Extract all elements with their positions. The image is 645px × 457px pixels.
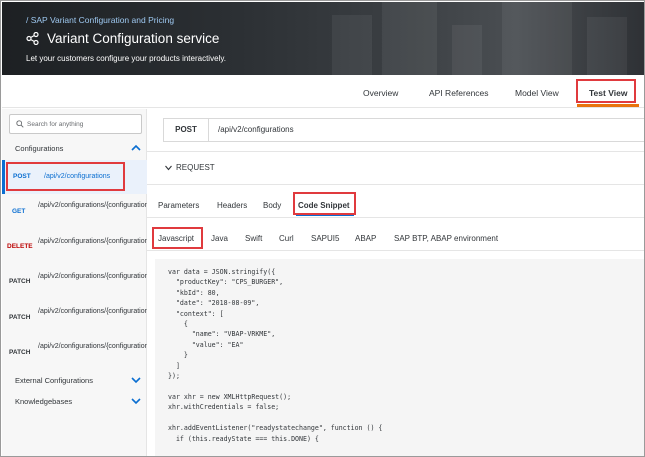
- lang-tab-swift[interactable]: Swift: [245, 234, 262, 243]
- chevron-down-icon[interactable]: [131, 397, 141, 405]
- request-section-header[interactable]: REQUEST: [147, 151, 644, 185]
- lang-tab-java[interactable]: Java: [211, 234, 228, 243]
- chevron-down-icon[interactable]: [131, 376, 141, 384]
- page-title: Variant Configuration service: [47, 31, 220, 46]
- code-snippet-panel[interactable]: var data = JSON.stringify({ "productKey"…: [155, 259, 644, 456]
- active-tab-indicator: [296, 214, 354, 216]
- method-badge: PATCH: [9, 278, 31, 285]
- sidebar-item-post-configurations[interactable]: POST /api/v2/configurations: [2, 160, 147, 194]
- search-box[interactable]: [9, 114, 142, 134]
- group-label: Configurations: [15, 144, 64, 153]
- sidebar-item-patch-item[interactable]: PATCH /api/v2/configurations/{configurat…: [2, 302, 202, 336]
- tab-body[interactable]: Body: [263, 201, 281, 210]
- request-url[interactable]: /api/v2/configurations: [218, 125, 294, 134]
- sidebar-item-patch-configuration[interactable]: PATCH /api/v2/configurations/{configurat…: [2, 267, 157, 301]
- search-icon: [16, 120, 24, 128]
- lang-tab-sapui5[interactable]: SAPUI5: [311, 234, 339, 243]
- method-badge: POST: [13, 173, 31, 180]
- chevron-down-icon[interactable]: [165, 165, 172, 171]
- endpoint-path: /api/v2/configurations/{configurationId}…: [38, 308, 202, 315]
- request-url-bar: POST /api/v2/configurations: [163, 118, 644, 142]
- tab-headers[interactable]: Headers: [217, 201, 247, 210]
- tab-api-references[interactable]: API References: [429, 88, 489, 98]
- request-tab-bar: Parameters Headers Body Code Snippet: [147, 193, 644, 218]
- endpoint-path: /api/v2/configurations/{configurationId}: [38, 238, 157, 245]
- main-panel: POST /api/v2/configurations REQUEST Para…: [147, 109, 644, 456]
- language-tab-bar: Javascript Java Swift Curl SAPUI5 ABAP S…: [147, 227, 644, 251]
- breadcrumb[interactable]: / SAP Variant Configuration and Pricing: [26, 15, 174, 25]
- sidebar-item-get-configuration[interactable]: GET /api/v2/configurations/{configuratio…: [2, 197, 157, 231]
- sidebar-item-delete-configuration[interactable]: DELETE /api/v2/configurations/{configura…: [2, 232, 157, 266]
- active-tab-indicator: [577, 104, 639, 107]
- header-banner: / SAP Variant Configuration and Pricing …: [2, 2, 644, 75]
- tab-model-view[interactable]: Model View: [515, 88, 559, 98]
- method-badge: DELETE: [7, 243, 33, 250]
- method-badge: GET: [12, 208, 26, 215]
- share-network-icon: [26, 32, 39, 45]
- request-label: REQUEST: [176, 163, 215, 172]
- sidebar: Configurations POST /api/v2/configuratio…: [2, 109, 232, 456]
- group-label: External Configurations: [15, 376, 93, 385]
- http-method: POST: [164, 119, 209, 141]
- lang-tab-javascript[interactable]: Javascript: [158, 234, 194, 243]
- search-input[interactable]: [27, 118, 137, 131]
- lang-tab-sap-btp-abap[interactable]: SAP BTP, ABAP environment: [394, 234, 498, 243]
- method-badge: PATCH: [9, 314, 31, 321]
- top-tab-bar: Overview API References Model View Test …: [2, 75, 644, 108]
- chevron-up-icon[interactable]: [131, 144, 141, 152]
- group-knowledgebases[interactable]: Knowledgebases: [2, 394, 147, 410]
- method-badge: PATCH: [9, 349, 31, 356]
- endpoint-path: /api/v2/configurations/{configurationId}…: [38, 343, 232, 350]
- tab-test-view[interactable]: Test View: [589, 88, 627, 98]
- endpoint-path: /api/v2/configurations: [44, 173, 111, 180]
- active-language-indicator: [155, 247, 203, 249]
- tab-overview[interactable]: Overview: [363, 88, 398, 98]
- lang-tab-abap[interactable]: ABAP: [355, 234, 376, 243]
- group-configurations[interactable]: Configurations: [2, 141, 147, 157]
- code-text: var data = JSON.stringify({ "productKey"…: [168, 268, 383, 443]
- group-label: Knowledgebases: [15, 397, 73, 406]
- lang-tab-curl[interactable]: Curl: [279, 234, 294, 243]
- tab-parameters[interactable]: Parameters: [158, 201, 199, 210]
- page-subtitle: Let your customers configure your produc…: [26, 54, 226, 63]
- sidebar-item-patch-characteristic[interactable]: PATCH /api/v2/configurations/{configurat…: [2, 337, 232, 371]
- endpoint-path: /api/v2/configurations/{configurationId}: [38, 202, 157, 209]
- app-window: / SAP Variant Configuration and Pricing …: [0, 0, 645, 457]
- tab-code-snippet[interactable]: Code Snippet: [298, 201, 350, 210]
- group-external-configurations[interactable]: External Configurations: [2, 373, 147, 389]
- endpoint-path: /api/v2/configurations/{configurationId}: [38, 273, 157, 280]
